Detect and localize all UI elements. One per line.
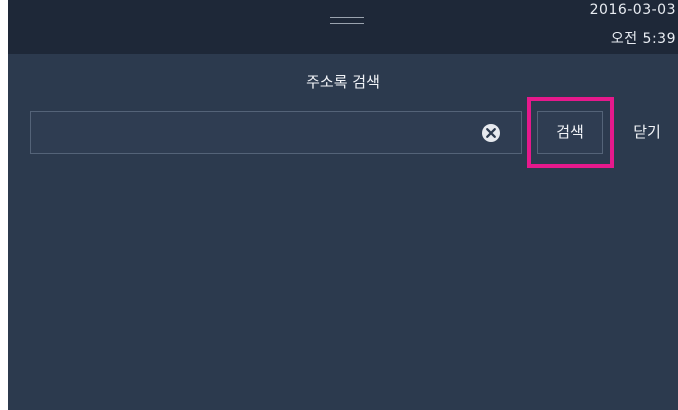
status-bar: 2016-03-03 오전 5:39 — [8, 0, 678, 54]
status-time: 오전 5:39 — [610, 31, 676, 47]
close-button[interactable]: 닫기 — [616, 111, 678, 154]
search-button[interactable]: 검색 — [537, 111, 603, 154]
clear-circle-x-icon[interactable] — [481, 123, 501, 143]
search-field[interactable] — [30, 111, 522, 154]
app-screen: 2016-03-03 오전 5:39 주소록 검색 검색 닫기 — [8, 0, 678, 410]
search-input[interactable] — [39, 118, 483, 150]
dialog-title: 주소록 검색 — [306, 73, 380, 91]
drag-handle-icon[interactable] — [330, 17, 364, 24]
results-area — [8, 170, 678, 410]
status-date: 2016-03-03 — [589, 2, 676, 18]
